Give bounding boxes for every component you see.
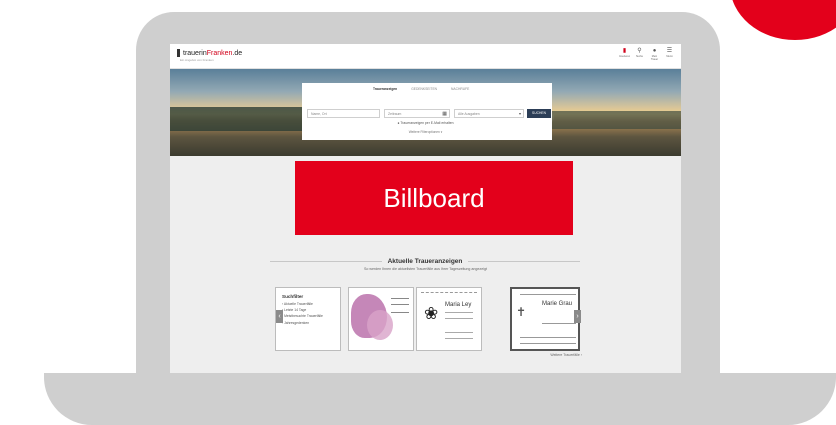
nav-inserieren[interactable]: ▮ Inserieren <box>619 47 630 61</box>
logo-suffix: .de <box>232 49 243 57</box>
text-line <box>445 338 473 339</box>
billboard-ad[interactable]: Billboard <box>295 161 573 235</box>
header-nav: ▮ Inserieren ⚲ Suche ● Mein Trauer ☰ Men… <box>619 47 675 61</box>
nav-account[interactable]: ● Mein Trauer <box>649 47 660 61</box>
section-title: Aktuelle Traueranzeigen <box>387 257 463 265</box>
text-line <box>520 337 576 338</box>
notice-card[interactable] <box>348 287 414 351</box>
notice-card[interactable]: ❀ Maria Ley <box>416 287 482 351</box>
email-alert-label: Traueranzeigen per E-Mail erhalten <box>400 121 454 125</box>
nav-menu[interactable]: ☰ Menü <box>664 47 675 61</box>
deceased-name: Marie Grau <box>542 301 573 307</box>
logo-highlight: Franken <box>206 49 233 57</box>
notice-card[interactable]: ✝ Marie Grau <box>510 287 580 351</box>
logo-subtitle: Ein Angebot von Franken <box>180 58 214 62</box>
nav-label: Inserieren <box>619 55 631 58</box>
divider <box>468 260 580 262</box>
quicklinks-heading: Suchfilter <box>282 294 304 299</box>
divider <box>270 260 382 262</box>
nav-label: Mein Trauer <box>650 55 659 61</box>
carousel-next-button[interactable]: › <box>574 310 581 323</box>
logo-prefix: trauerin <box>183 49 207 57</box>
site-header: trauerin Franken .de Ein Angebot von Frank… <box>170 44 681 69</box>
quicklink-item[interactable]: Jahresgedenken <box>282 321 334 325</box>
carousel-prev-button[interactable]: ‹ <box>276 310 283 323</box>
text-line <box>542 323 576 324</box>
more-notices-link[interactable]: Weitere Trauerfälle › <box>530 353 582 357</box>
search-icon: ⚲ <box>637 48 642 54</box>
search-button[interactable]: SUCHEN <box>527 109 551 118</box>
flower-image <box>367 310 393 340</box>
nav-search[interactable]: ⚲ Suche <box>634 47 645 61</box>
quicklink-item[interactable]: Letzte 14 Tage <box>282 308 334 312</box>
treeline-right <box>531 111 681 129</box>
search-tabs: Traueranzeigen GEDENKSEITEN NACHRUFE <box>367 84 476 94</box>
chevron-right-icon: › <box>576 313 579 320</box>
tab-nachrufe[interactable]: NACHRUFE <box>445 84 476 94</box>
rose-icon: ❀ <box>424 304 439 323</box>
user-icon: ● <box>652 48 657 54</box>
text-line <box>445 312 473 313</box>
more-filter-options[interactable]: Weitere Filteroptionen ▾ <box>170 130 681 134</box>
laptop-screen: trauerin Franken .de Ein Angebot von Frank… <box>170 44 681 373</box>
candle-icon: ▮ <box>622 48 627 54</box>
section-header: Aktuelle Traueranzeigen <box>270 257 580 265</box>
site-logo[interactable]: trauerin Franken .de <box>177 49 242 57</box>
text-line <box>520 343 576 344</box>
chevron-left-icon: ‹ <box>278 313 281 320</box>
corner-decoration <box>730 0 836 40</box>
chevron-down-icon: ▾ <box>518 111 521 116</box>
edition-select[interactable]: Alle Ausgaben ▾ <box>454 109 524 118</box>
quicklink-item[interactable]: Aktuelle Trauerfälle <box>282 302 334 306</box>
date-range-input[interactable]: Zeitraum ▦ <box>384 109 450 118</box>
nav-label: Menü <box>666 55 673 58</box>
text-line <box>445 332 473 333</box>
name-placeholder: Name, Ort <box>311 112 327 116</box>
deceased-name: Maria Ley <box>445 302 472 308</box>
edition-placeholder: Alle Ausgaben <box>458 112 480 116</box>
logo-mark-icon <box>177 49 180 57</box>
tab-gedenkseiten[interactable]: GEDENKSEITEN <box>405 84 444 94</box>
text-line <box>391 304 409 305</box>
cross-icon: ✝ <box>516 305 527 319</box>
calendar-icon: ▦ <box>442 111 447 117</box>
text-line <box>391 312 409 313</box>
divider <box>421 292 477 294</box>
email-alert-link[interactable]: ● Traueranzeigen per E-Mail erhalten <box>170 121 681 125</box>
text-line <box>520 294 576 295</box>
menu-icon: ☰ <box>666 48 673 54</box>
tab-traueranzeigen[interactable]: Traueranzeigen <box>367 84 404 94</box>
laptop-base <box>44 373 836 425</box>
name-search-input[interactable]: Name, Ort <box>307 109 380 118</box>
quicklink-item[interactable]: Meistbesuchte Trauerfälle <box>282 314 334 318</box>
date-placeholder: Zeitraum <box>388 112 402 116</box>
nav-label: Suche <box>635 55 644 58</box>
section-subtitle: So werden Ihnen die aktuellsten Trauerfä… <box>364 267 487 271</box>
text-line <box>391 298 409 299</box>
quicklinks-card: Suchfilter Aktuelle Trauerfälle Letzte 1… <box>275 287 341 351</box>
text-line <box>445 318 473 319</box>
